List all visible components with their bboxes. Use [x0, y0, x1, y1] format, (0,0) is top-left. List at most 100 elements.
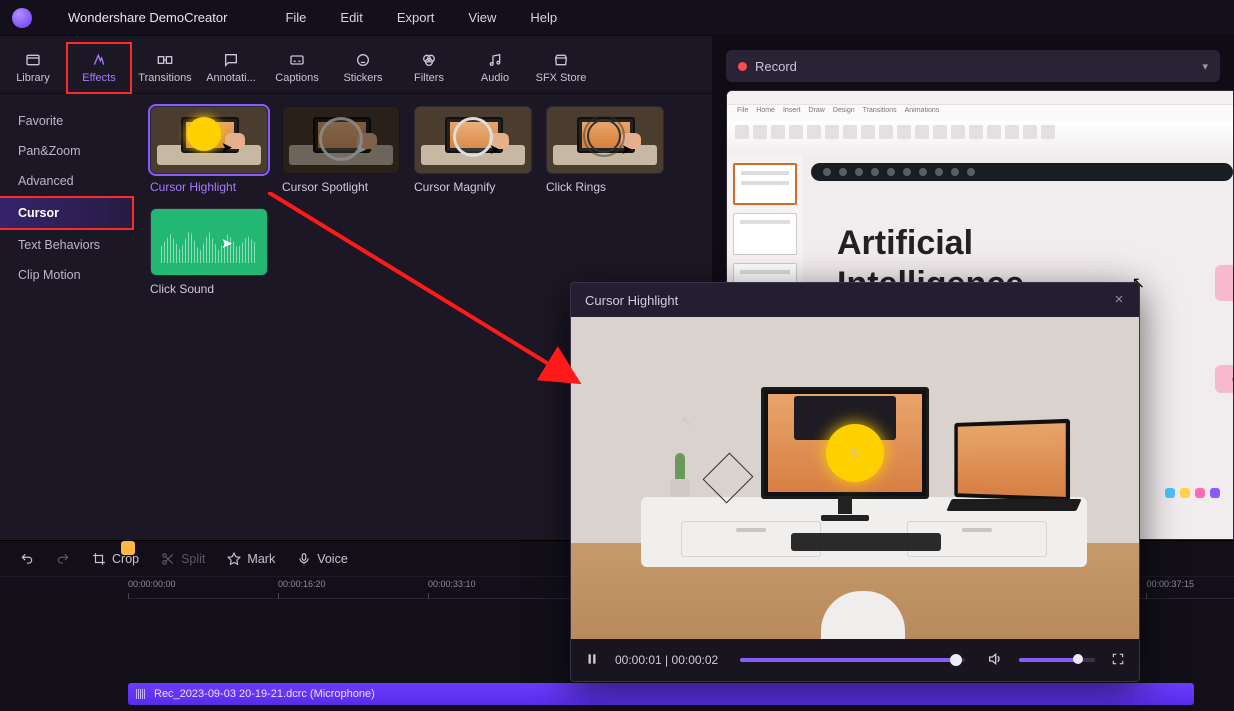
record-button[interactable]: Record ▾	[726, 50, 1220, 82]
menu-help[interactable]: Help	[530, 10, 557, 25]
menu-items: File Edit Export View Help	[285, 10, 557, 25]
stickers-icon	[354, 52, 372, 68]
cat-advanced[interactable]: Advanced	[0, 166, 140, 196]
waveform-icon	[136, 689, 146, 699]
ruler-tick: 00:00:33:10	[428, 579, 476, 589]
preview-slide-thumb	[733, 213, 797, 255]
tab-effects[interactable]: Effects	[66, 42, 132, 94]
effect-label: Click Sound	[150, 282, 268, 296]
tab-filters[interactable]: Filters	[396, 42, 462, 94]
close-icon	[1113, 293, 1125, 305]
pause-button[interactable]	[585, 652, 599, 669]
dialog-preview-area: ↖ ↖	[571, 317, 1139, 639]
effect-cursor-magnify[interactable]: ➤ Cursor Magnify	[414, 106, 532, 194]
fullscreen-icon	[1111, 652, 1125, 666]
tab-library[interactable]: Library	[0, 42, 66, 94]
effect-preview-dialog: Cursor Highlight ↖ ↖ 00:00:01 | 00:00:02	[570, 282, 1140, 682]
cat-favorite[interactable]: Favorite	[0, 106, 140, 136]
cat-panzoom[interactable]: Pan&Zoom	[0, 136, 140, 166]
effects-icon	[90, 52, 108, 68]
chevron-down-icon: ▾	[1202, 60, 1208, 73]
preview-ribbon-tab: Animations	[905, 107, 940, 119]
undo-button[interactable]	[20, 552, 34, 566]
dialog-titlebar[interactable]: Cursor Highlight	[571, 283, 1139, 317]
tab-annotations[interactable]: Annotati...	[198, 42, 264, 94]
ruler-end: 00:00:37:15	[1146, 579, 1194, 589]
effect-cursor-spotlight[interactable]: ➤ Cursor Spotlight	[282, 106, 400, 194]
tab-audio-label: Audio	[481, 72, 509, 84]
cursor-icon: ➤	[489, 141, 501, 158]
comment-bubble-icon	[1215, 365, 1234, 393]
effect-click-rings[interactable]: ➤ Click Rings	[546, 106, 664, 194]
cursor-icon: ➤	[221, 139, 233, 156]
tab-annotations-label: Annotati...	[206, 72, 256, 84]
redo-icon	[56, 552, 70, 566]
effect-cursor-highlight[interactable]: ➤ Cursor Highlight	[150, 106, 268, 194]
tab-captions-label: Captions	[275, 72, 318, 84]
clip-label: Rec_2023-09-03 20-19-21.dcrc (Microphone…	[154, 688, 375, 700]
menu-view[interactable]: View	[468, 10, 496, 25]
tab-stickers-label: Stickers	[343, 72, 382, 84]
cat-text-behaviors[interactable]: Text Behaviors	[0, 230, 140, 260]
volume-icon	[987, 651, 1003, 667]
microphone-icon	[297, 552, 311, 566]
progress-slider[interactable]	[740, 658, 965, 662]
top-tabs: Library Effects Transitions Annotati... …	[0, 36, 712, 94]
preview-laptop	[954, 419, 1070, 502]
effect-categories: Favorite Pan&Zoom Advanced Cursor Text B…	[0, 94, 140, 540]
cursor-icon: ↖	[849, 445, 861, 462]
fullscreen-button[interactable]	[1111, 652, 1125, 669]
close-button[interactable]	[1113, 292, 1125, 308]
effect-click-sound[interactable]: ➤ Click Sound	[150, 208, 268, 296]
effect-label: Click Rings	[546, 180, 664, 194]
cursor-icon: ↖	[681, 413, 693, 430]
tab-transitions-label: Transitions	[138, 72, 191, 84]
split-icon	[161, 552, 175, 566]
effect-label: Cursor Highlight	[150, 180, 268, 194]
record-label: Record	[755, 59, 797, 74]
mark-button[interactable]: Mark	[227, 552, 275, 566]
preview-slide-thumb	[733, 163, 797, 205]
timeline-audio-clip[interactable]: Rec_2023-09-03 20-19-21.dcrc (Microphone…	[128, 683, 1194, 705]
preview-monitor: ↖	[761, 387, 929, 499]
tab-captions[interactable]: Captions	[264, 42, 330, 94]
preview-ribbon-tab: File	[737, 107, 748, 119]
app-title: Wondershare DemoCreator	[68, 10, 227, 25]
cat-clip-motion[interactable]: Clip Motion	[0, 260, 140, 290]
tab-stickers[interactable]: Stickers	[330, 42, 396, 94]
volume-slider[interactable]	[1019, 658, 1095, 662]
pause-icon	[585, 652, 599, 666]
menubar: Wondershare DemoCreator File Edit Export…	[0, 0, 1234, 36]
tab-audio[interactable]: Audio	[462, 42, 528, 94]
effect-label: Cursor Magnify	[414, 180, 532, 194]
captions-icon	[288, 52, 306, 68]
record-dot-icon	[738, 62, 747, 71]
undo-icon	[20, 552, 34, 566]
sfx-store-icon	[552, 52, 570, 68]
preview-plant	[667, 453, 693, 497]
tab-filters-label: Filters	[414, 72, 444, 84]
tab-library-label: Library	[16, 72, 50, 84]
cat-cursor[interactable]: Cursor	[0, 196, 134, 230]
preview-ribbon-tab: Insert	[783, 107, 801, 119]
menu-export[interactable]: Export	[397, 10, 435, 25]
menu-file[interactable]: File	[285, 10, 306, 25]
ruler-tick: 00:00:00:00	[128, 579, 176, 589]
menu-edit[interactable]: Edit	[340, 10, 362, 25]
cursor-icon: ➤	[221, 235, 233, 252]
volume-button[interactable]	[987, 651, 1003, 670]
cursor-icon: ➤	[355, 141, 367, 158]
tab-sfx-store[interactable]: SFX Store	[528, 42, 594, 94]
tab-sfx-store-label: SFX Store	[536, 72, 587, 84]
annotations-icon	[222, 52, 240, 68]
app-logo-icon	[12, 8, 32, 28]
preview-ribbon-tab: Transitions	[863, 107, 897, 119]
tab-transitions[interactable]: Transitions	[132, 42, 198, 94]
slide-title-line1: Artificial	[837, 224, 973, 262]
audio-icon	[486, 52, 504, 68]
voice-button[interactable]: Voice	[297, 552, 348, 566]
crop-icon	[92, 552, 106, 566]
redo-button[interactable]	[56, 552, 70, 566]
dialog-playback-controls: 00:00:01 | 00:00:02	[571, 639, 1139, 681]
split-button[interactable]: Split	[161, 552, 205, 566]
